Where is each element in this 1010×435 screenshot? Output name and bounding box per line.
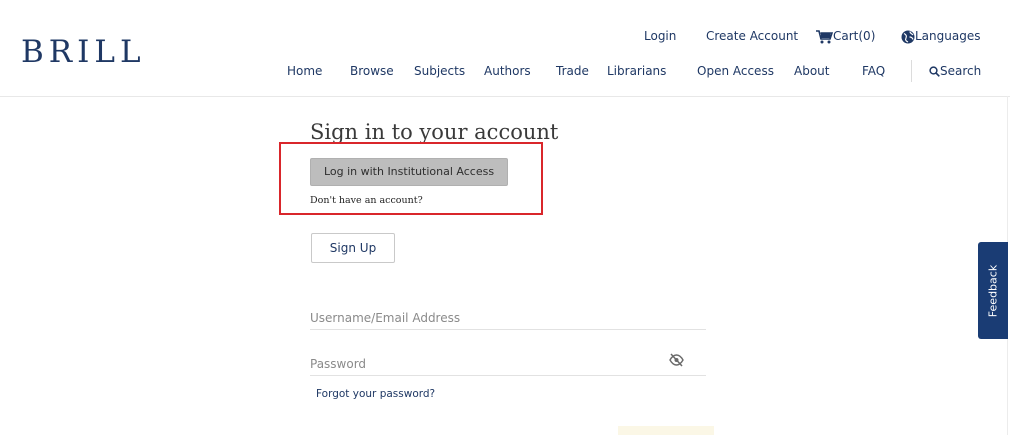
languages-link[interactable]: Languages (901, 29, 980, 44)
nav-authors[interactable]: Authors (484, 64, 531, 78)
nav-librarians[interactable]: Librarians (607, 64, 666, 78)
cart-label: Cart(0) (833, 29, 876, 43)
nav-browse[interactable]: Browse (350, 64, 394, 78)
page-title: Sign in to your account (310, 120, 559, 144)
sign-up-button[interactable]: Sign Up (311, 233, 395, 263)
nav-faq[interactable]: FAQ (862, 64, 885, 78)
highlight-box (279, 142, 543, 215)
feedback-tab[interactable]: Feedback (978, 242, 1008, 339)
login-link[interactable]: Login (644, 29, 676, 43)
nav-open-access[interactable]: Open Access (697, 64, 774, 78)
password-field[interactable]: Password (310, 353, 706, 376)
nav-home[interactable]: Home (287, 64, 322, 78)
nav-trade[interactable]: Trade (556, 64, 589, 78)
nav-about[interactable]: About (794, 64, 829, 78)
search-icon (929, 66, 940, 77)
feedback-label: Feedback (986, 264, 1000, 317)
forgot-password-link[interactable]: Forgot your password? (316, 388, 435, 400)
create-account-link[interactable]: Create Account (706, 29, 798, 43)
nav-subjects[interactable]: Subjects (414, 64, 465, 78)
cart-icon (816, 29, 833, 43)
site-header: BRILL Login Create Account Cart(0) Langu… (0, 0, 1010, 97)
globe-icon (901, 30, 915, 43)
nav-divider (911, 60, 912, 82)
brill-logo[interactable]: BRILL (21, 34, 146, 70)
search-label: Search (940, 64, 982, 78)
languages-label: Languages (915, 29, 981, 43)
cart-link[interactable]: Cart(0) (816, 29, 875, 44)
username-field[interactable]: Username/Email Address (310, 307, 706, 330)
nav-search[interactable]: Search (929, 64, 981, 78)
login-submit-button[interactable] (618, 426, 714, 435)
eye-slash-icon[interactable] (669, 353, 684, 367)
